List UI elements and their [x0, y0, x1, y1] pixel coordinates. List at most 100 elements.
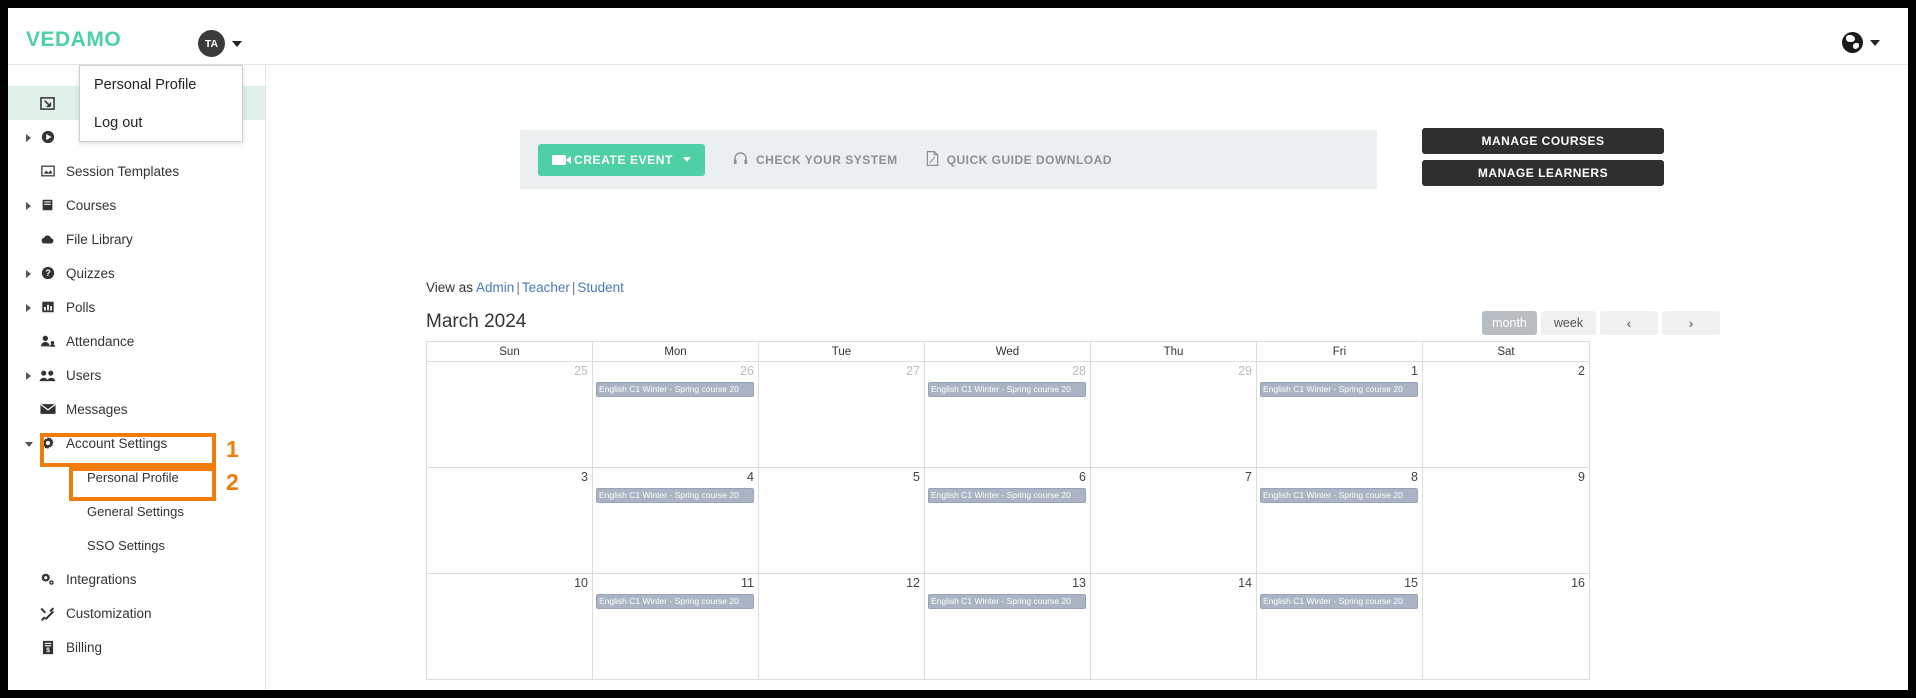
sidebar-item-label: Billing — [66, 639, 103, 655]
sidebar-item-attendance[interactable]: Attendance — [8, 324, 265, 358]
calendar-event[interactable]: English C1 Winter - Spring course 20 — [596, 382, 754, 397]
calendar-day-cell[interactable]: 4 English C1 Winter - Spring course 20 — [593, 468, 759, 573]
calendar-day-cell[interactable]: 3 — [427, 468, 593, 573]
calendar-day-number: 8 — [1411, 470, 1418, 484]
calendar-event[interactable]: English C1 Winter - Spring course 20 — [928, 382, 1086, 397]
calendar-day-cell[interactable]: 7 — [1091, 468, 1257, 573]
management-buttons: MANAGE COURSES MANAGE LEARNERS — [1422, 128, 1664, 186]
calendar-day-number: 7 — [1245, 470, 1252, 484]
sidebar-item-session-templates[interactable]: Session Templates — [8, 154, 265, 188]
calendar-day-cell[interactable]: 29 — [1091, 362, 1257, 467]
calendar-day-cell[interactable]: 9 — [1423, 468, 1589, 573]
sidebar-item-label: File Library — [66, 231, 133, 247]
pdf-file-icon — [926, 150, 939, 169]
sidebar-subitem-general-settings[interactable]: General Settings — [8, 494, 265, 528]
calendar-day-number: 29 — [1238, 364, 1252, 378]
check-your-system-link[interactable]: CHECK YOUR SYSTEM — [733, 151, 898, 168]
calendar-next-button[interactable]: › — [1662, 311, 1720, 335]
chevron-down-icon — [25, 442, 33, 451]
calendar-event[interactable]: English C1 Winter - Spring course 20 — [1260, 594, 1418, 609]
calendar-day-cell[interactable]: 1 English C1 Winter - Spring course 20 — [1257, 362, 1423, 467]
calendar-day-cell[interactable]: 26 English C1 Winter - Spring course 20 — [593, 362, 759, 467]
envelope-icon — [38, 401, 57, 417]
calendar-day-cell[interactable]: 28 English C1 Winter - Spring course 20 — [925, 362, 1091, 467]
calendar-day-cell[interactable]: 10 — [427, 574, 593, 679]
language-selector[interactable] — [1842, 32, 1880, 53]
sidebar-item-label: Messages — [66, 401, 128, 417]
create-event-label: CREATE EVENT — [574, 152, 673, 167]
calendar-day-number: 4 — [747, 470, 754, 484]
chevron-right-icon — [26, 372, 31, 380]
calendar-event[interactable]: English C1 Winter - Spring course 20 — [928, 594, 1086, 609]
manage-courses-button[interactable]: MANAGE COURSES — [1422, 128, 1664, 154]
chevron-right-icon — [26, 304, 31, 312]
sidebar-item-label: Courses — [66, 197, 117, 213]
menu-item-log-out[interactable]: Log out — [80, 104, 242, 142]
sidebar-item-customization[interactable]: Customization — [8, 596, 265, 630]
sidebar-item-label: Quizzes — [66, 265, 115, 281]
weekday-label: Tue — [759, 342, 925, 361]
check-your-system-label: CHECK YOUR SYSTEM — [756, 152, 898, 167]
calendar-event[interactable]: English C1 Winter - Spring course 20 — [1260, 488, 1418, 503]
user-menu-button[interactable]: TA — [198, 30, 242, 57]
calendar-day-cell[interactable]: 14 — [1091, 574, 1257, 679]
calendar-day-number: 14 — [1238, 576, 1252, 590]
sidebar-item-messages[interactable]: Messages — [8, 392, 265, 426]
calendar-day-cell[interactable]: 12 — [759, 574, 925, 679]
calendar-day-cell[interactable]: 13 English C1 Winter - Spring course 20 — [925, 574, 1091, 679]
calendar-event[interactable]: English C1 Winter - Spring course 20 — [1260, 382, 1418, 397]
calendar-day-cell[interactable]: 27 — [759, 362, 925, 467]
create-event-button[interactable]: CREATE EVENT — [538, 143, 705, 176]
view-as-admin-link[interactable]: Admin — [476, 280, 514, 295]
sidebar-item-polls[interactable]: Polls — [8, 290, 265, 324]
weekday-label: Thu — [1091, 342, 1257, 361]
globe-icon — [1842, 32, 1863, 53]
main-content: CREATE EVENT CHECK YOUR SYSTEM QUICK GUI… — [267, 65, 1908, 690]
sidebar-item-users[interactable]: Users — [8, 358, 265, 392]
sidebar-item-file-library[interactable]: File Library — [8, 222, 265, 256]
sidebar-item-courses[interactable]: Courses — [8, 188, 265, 222]
calendar-day-number: 27 — [906, 364, 920, 378]
calendar-prev-button[interactable]: ‹ — [1600, 311, 1658, 335]
quick-guide-download-label: QUICK GUIDE DOWNLOAD — [946, 152, 1112, 167]
calendar-day-cell[interactable]: 6 English C1 Winter - Spring course 20 — [925, 468, 1091, 573]
gear-icon — [38, 435, 57, 451]
manage-learners-button[interactable]: MANAGE LEARNERS — [1422, 160, 1664, 186]
calendar-day-cell[interactable]: 16 — [1423, 574, 1589, 679]
menu-item-personal-profile[interactable]: Personal Profile — [80, 66, 242, 104]
calendar-event[interactable]: English C1 Winter - Spring course 20 — [596, 594, 754, 609]
sidebar-subitem-label: Personal Profile — [87, 469, 179, 485]
play-circle-icon — [38, 129, 57, 145]
headset-icon — [733, 151, 748, 168]
question-circle-icon: ? — [38, 265, 57, 281]
quick-guide-download-link[interactable]: QUICK GUIDE DOWNLOAD — [926, 150, 1112, 169]
calendar-event[interactable]: English C1 Winter - Spring course 20 — [928, 488, 1086, 503]
calendar-day-cell[interactable]: 5 — [759, 468, 925, 573]
calendar-day-cell[interactable]: 15 English C1 Winter - Spring course 20 — [1257, 574, 1423, 679]
view-as-student-link[interactable]: Student — [577, 280, 624, 295]
calendar-day-cell[interactable]: 2 — [1423, 362, 1589, 467]
annotation-number-2: 2 — [226, 469, 239, 495]
sidebar-subitem-label: General Settings — [87, 503, 184, 519]
calendar-day-number: 12 — [906, 576, 920, 590]
view-as-separator: | — [571, 280, 576, 295]
calendar-event[interactable]: English C1 Winter - Spring course 20 — [596, 488, 754, 503]
calendar-week-row: 3 4 English C1 Winter - Spring course 20 5 6… — [427, 468, 1589, 574]
view-as-teacher-link[interactable]: Teacher — [522, 280, 570, 295]
chevron-down-icon — [1870, 39, 1880, 46]
calendar-day-number: 26 — [740, 364, 754, 378]
calendar-day-cell[interactable]: 11 English C1 Winter - Spring course 20 — [593, 574, 759, 679]
calendar-day-cell[interactable]: 8 English C1 Winter - Spring course 20 — [1257, 468, 1423, 573]
calendar-day-cell[interactable]: 25 — [427, 362, 593, 467]
sidebar-subitem-sso-settings[interactable]: SSO Settings — [8, 528, 265, 562]
calendar-body: 25 26 English C1 Winter - Spring course 20… — [427, 362, 1589, 680]
calendar-view-week-button[interactable]: week — [1541, 311, 1596, 335]
sidebar-item-quizzes[interactable]: ? Quizzes — [8, 256, 265, 290]
sidebar-subitem-label: SSO Settings — [87, 537, 166, 553]
chevron-right-icon — [26, 134, 31, 142]
sidebar-item-integrations[interactable]: Integrations — [8, 562, 265, 596]
sidebar-item-billing[interactable]: $ Billing — [8, 630, 265, 664]
calendar-view-month-button[interactable]: month — [1482, 311, 1537, 335]
weekday-label: Wed — [925, 342, 1091, 361]
svg-text:$: $ — [46, 647, 50, 654]
